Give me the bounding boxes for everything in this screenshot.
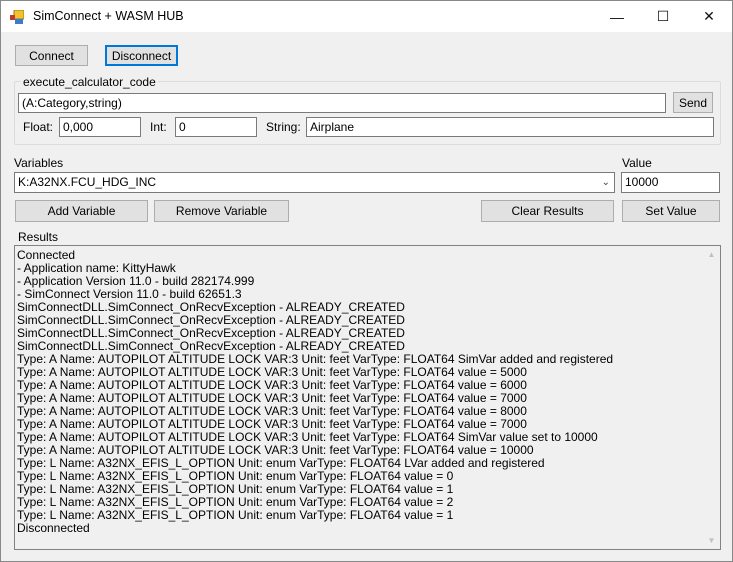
value-label: Value	[622, 156, 652, 170]
scrollbar[interactable]: ▲ ▼	[703, 246, 720, 549]
int-label: Int:	[150, 120, 167, 134]
chevron-down-icon: ⌄	[601, 177, 610, 188]
calculator-code-input[interactable]: (A:Category,string)	[18, 93, 666, 113]
window-title: SimConnect + WASM HUB	[33, 9, 184, 23]
scroll-down-icon[interactable]: ▼	[703, 532, 720, 549]
minimize-button[interactable]: —	[594, 1, 640, 32]
set-value-button[interactable]: Set Value	[622, 200, 720, 222]
clear-results-button[interactable]: Clear Results	[481, 200, 614, 222]
value-input[interactable]: 10000	[621, 172, 720, 193]
variables-dropdown[interactable]: K:A32NX.FCU_HDG_INC ⌄	[14, 172, 615, 193]
variables-selected: K:A32NX.FCU_HDG_INC	[18, 175, 157, 189]
disconnect-button[interactable]: Disconnect	[105, 45, 178, 66]
variables-label: Variables	[14, 156, 64, 170]
float-label: Float:	[23, 120, 54, 134]
result-line[interactable]: Type: L Name: A32NX_EFIS_L_OPTION Unit: …	[17, 509, 720, 522]
int-input[interactable]: 0	[175, 117, 257, 137]
result-line[interactable]: Disconnected	[17, 522, 720, 535]
connect-button[interactable]: Connect	[15, 45, 88, 66]
remove-variable-button[interactable]: Remove Variable	[154, 200, 289, 222]
float-input[interactable]: 0,000	[59, 117, 141, 137]
add-variable-button[interactable]: Add Variable	[15, 200, 148, 222]
title-bar: SimConnect + WASM HUB — ☐ ✕	[1, 1, 732, 32]
calculator-group-label: execute_calculator_code	[21, 75, 158, 89]
maximize-button[interactable]: ☐	[640, 1, 686, 32]
results-list[interactable]: Connected - Application name: KittyHawk - …	[14, 245, 721, 550]
string-input[interactable]: Airplane	[306, 117, 714, 137]
app-icon	[10, 10, 24, 24]
send-button[interactable]: Send	[673, 92, 713, 113]
results-label: Results	[18, 230, 59, 244]
scroll-up-icon[interactable]: ▲	[703, 246, 720, 263]
close-button[interactable]: ✕	[686, 1, 732, 32]
string-label: String:	[266, 120, 301, 134]
